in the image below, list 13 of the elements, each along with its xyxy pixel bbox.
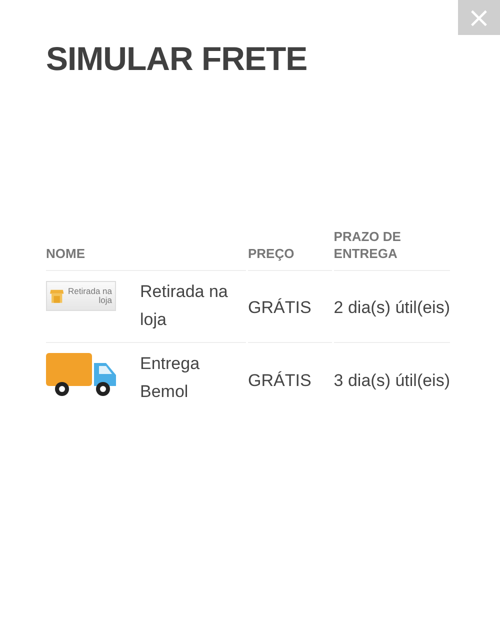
shipping-name: Retirada na loja (140, 281, 229, 331)
column-header: NOME (46, 246, 85, 261)
close-button[interactable]: × (458, 0, 500, 35)
truck-icon (46, 353, 118, 397)
column-header: PRAZO DE ENTREGA (334, 229, 401, 261)
delivery-time-text: 2 dia(s) útil(eis) (334, 298, 450, 316)
modal-title: SIMULAR FRETE (46, 40, 308, 78)
price-text: GRÁTIS (248, 298, 312, 316)
column-header: PREÇO (248, 246, 294, 261)
shipping-name: Entrega Bemol (140, 353, 201, 403)
price-text: GRÁTIS (248, 371, 312, 390)
delivery-time-text: 3 dia(s) útil(eis) (334, 371, 450, 390)
badge-label: Retirada na loja (67, 287, 112, 305)
